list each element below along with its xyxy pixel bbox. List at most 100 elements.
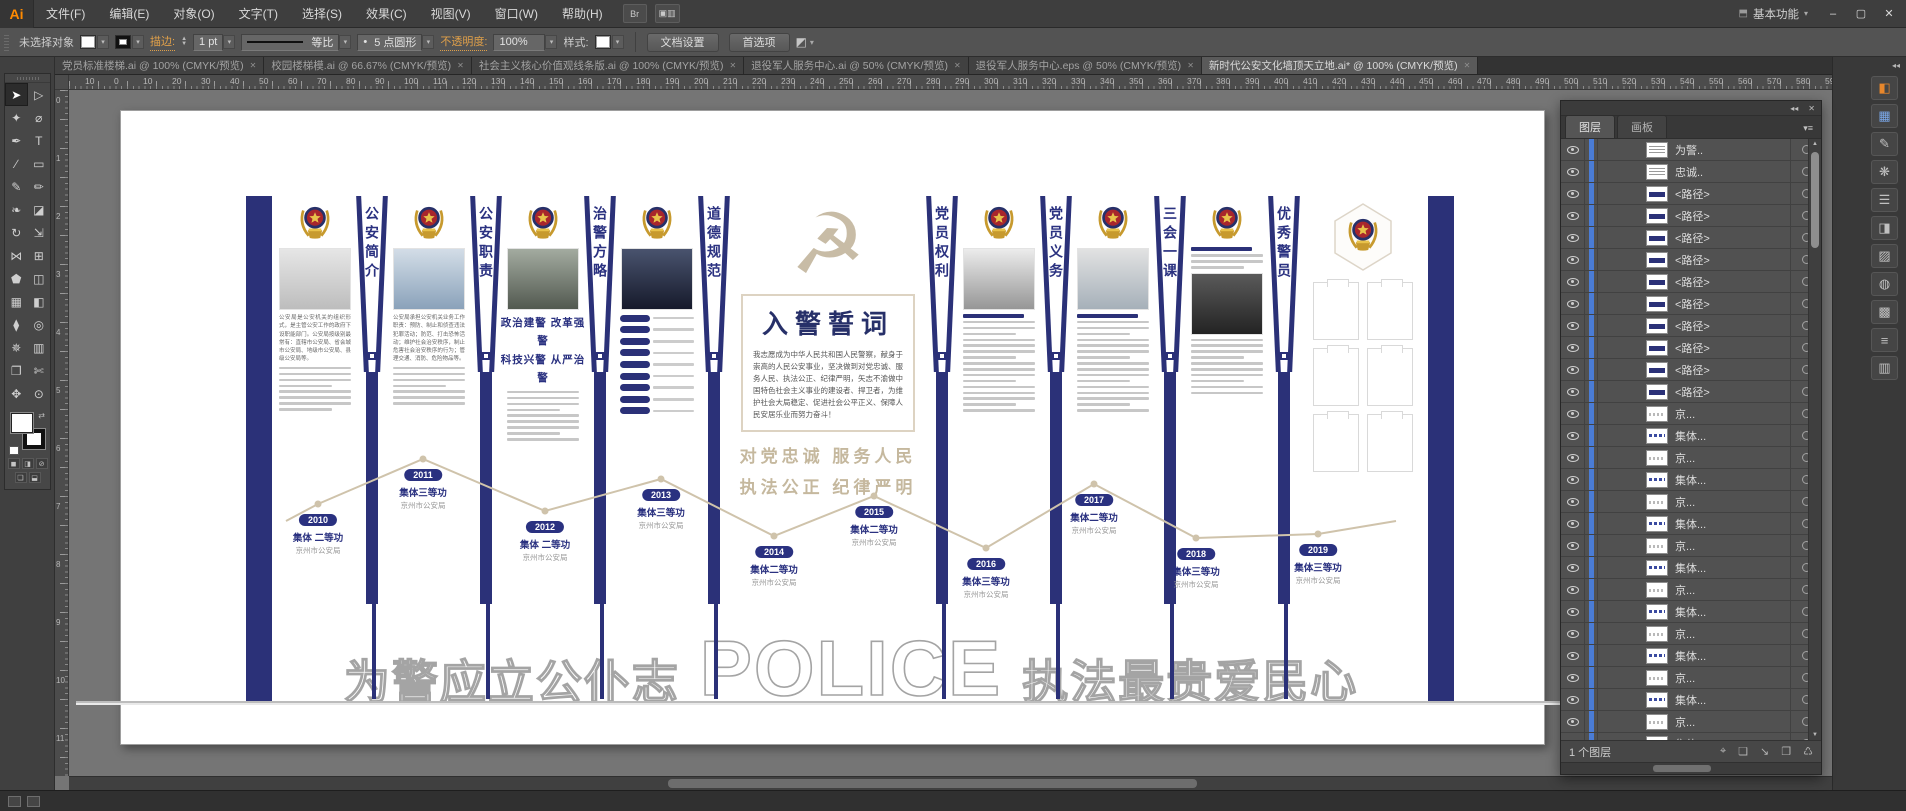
visibility-toggle[interactable] [1561, 557, 1585, 578]
brushes-panel-icon[interactable]: ✎ [1871, 132, 1898, 156]
layer-main[interactable]: <路径> [1598, 249, 1791, 270]
layer-row[interactable]: <路径> [1561, 359, 1821, 381]
layer-main[interactable]: 京... [1598, 623, 1791, 644]
layer-main[interactable]: <路径> [1598, 183, 1791, 204]
visibility-toggle[interactable] [1561, 447, 1585, 468]
gradient-panel-icon[interactable]: ◨ [1871, 216, 1898, 240]
layer-row[interactable]: 集体... [1561, 601, 1821, 623]
swatches-panel-icon[interactable]: ▦ [1871, 104, 1898, 128]
arrange-documents-icon[interactable]: ▣▥ [654, 4, 680, 23]
menu-item[interactable]: 对象(O) [161, 0, 226, 28]
vertical-ruler[interactable]: 0 1 2 3 4 5 6 7 8 9 10 11 [55, 90, 69, 776]
gradient-button[interactable]: ◨ [21, 458, 34, 469]
opacity-combo[interactable]: 100% ▾ [493, 33, 558, 51]
layer-row[interactable]: <路径> [1561, 337, 1821, 359]
document-tab[interactable]: 党员标准楼梯.ai @ 100% (CMYK/预览) ✕ [55, 57, 265, 74]
brush-combo[interactable]: • 5 点圆形 ▾ [357, 33, 435, 51]
layer-row[interactable]: 京... [1561, 623, 1821, 645]
chevron-down-icon[interactable]: ▾ [339, 35, 352, 49]
maximize-button[interactable]: ▢ [1848, 4, 1874, 24]
column-graph-tool[interactable]: ▥ [28, 336, 51, 359]
direct-selection-tool[interactable]: ▷ [28, 83, 51, 106]
layer-main[interactable]: 集体... [1598, 645, 1791, 666]
visibility-toggle[interactable] [1561, 689, 1585, 710]
transparency-panel-icon[interactable]: ▨ [1871, 244, 1898, 268]
scroll-up-icon[interactable]: ▲ [1809, 141, 1821, 147]
layer-row[interactable]: 京... [1561, 491, 1821, 513]
layer-main[interactable]: 京... [1598, 447, 1791, 468]
locate-object-icon[interactable]: ⌖ [1720, 745, 1726, 758]
close-icon[interactable]: ✕ [1464, 61, 1471, 70]
document-tab[interactable]: 新时代公安文化墙顶天立地.ai* @ 100% (CMYK/预览) ✕ [1201, 57, 1479, 74]
layer-row[interactable]: <路径> [1561, 205, 1821, 227]
expand-panels-icon[interactable]: ◂◂ [1833, 57, 1906, 72]
visibility-toggle[interactable] [1561, 337, 1585, 358]
layer-main[interactable]: <路径> [1598, 315, 1791, 336]
visibility-toggle[interactable] [1561, 271, 1585, 292]
menu-item[interactable]: 视图(V) [419, 0, 483, 28]
fill-swatch[interactable] [80, 35, 96, 49]
chevron-down-icon[interactable]: ▾ [132, 35, 144, 49]
visibility-toggle[interactable] [1561, 139, 1585, 160]
canvas-horizontal-scrollbar[interactable] [69, 776, 1832, 790]
bridge-icon[interactable]: Br [622, 4, 647, 23]
layer-row[interactable]: <路径> [1561, 249, 1821, 271]
layer-main[interactable]: 集体... [1598, 513, 1791, 534]
shape-builder-tool[interactable]: ⬟ [5, 267, 28, 290]
stroke-weight-stepper[interactable]: ▲ ▼ [181, 36, 187, 47]
layer-main[interactable]: <路径> [1598, 205, 1791, 226]
layer-row[interactable]: <路径> [1561, 183, 1821, 205]
make-clipping-mask-icon[interactable]: ❏ [1738, 745, 1748, 758]
layer-main[interactable]: 忠诚.. [1598, 161, 1791, 182]
fill-proxy[interactable] [11, 413, 33, 433]
layer-main[interactable]: 集体... [1598, 469, 1791, 490]
opacity-value[interactable]: 100% [493, 33, 546, 51]
eyedropper-tool[interactable]: ⧫ [5, 313, 28, 336]
layer-row[interactable]: 京... [1561, 667, 1821, 689]
pen-tool[interactable]: ✒ [5, 129, 28, 152]
layer-main[interactable]: 京... [1598, 491, 1791, 512]
free-transform-tool[interactable]: ⊞ [28, 244, 51, 267]
symbol-sprayer-tool[interactable]: ✵ [5, 336, 28, 359]
selection-tool[interactable]: ➤ [5, 83, 28, 106]
chevron-down-icon[interactable]: ▾ [545, 35, 558, 49]
gradient-tool[interactable]: ◧ [28, 290, 51, 313]
scrollbar-thumb[interactable] [668, 779, 1198, 788]
layer-row[interactable]: 京... [1561, 535, 1821, 557]
layer-row[interactable]: 集体... [1561, 469, 1821, 491]
align-panel-icon[interactable]: ≡ [1871, 328, 1898, 352]
slice-tool[interactable]: ✄ [28, 359, 51, 382]
symbols-panel-icon[interactable]: ❋ [1871, 160, 1898, 184]
layer-row[interactable]: 忠诚.. [1561, 161, 1821, 183]
horizontal-ruler[interactable]: 10 0 10 20 30 40 50 60 70 80 90 100 110 120 130 140 150 1… [69, 75, 1832, 89]
pathfinder-panel-icon[interactable]: ▥ [1871, 356, 1898, 380]
layer-row[interactable]: 京... [1561, 403, 1821, 425]
preferences-button[interactable]: 首选项 [728, 32, 790, 52]
visibility-toggle[interactable] [1561, 183, 1585, 204]
minimize-button[interactable]: – [1820, 4, 1846, 24]
visibility-toggle[interactable] [1561, 623, 1585, 644]
fill-stroke-proxy[interactable]: ⇄ [9, 411, 46, 455]
isolate-mode-control[interactable]: ◩ ▾ [796, 35, 814, 49]
menu-item[interactable]: 选择(S) [290, 0, 354, 28]
none-button[interactable]: ⊘ [35, 458, 48, 469]
visibility-toggle[interactable] [1561, 315, 1585, 336]
layer-row[interactable]: <路径> [1561, 293, 1821, 315]
layer-main[interactable]: 为警.. [1598, 139, 1791, 160]
document-tab[interactable]: 校园楼梯模.ai @ 66.67% (CMYK/预览) ✕ [264, 57, 472, 74]
graphic-styles-panel-icon[interactable]: ▩ [1871, 300, 1898, 324]
width-tool[interactable]: ⋈ [5, 244, 28, 267]
artboard[interactable]: 公安局是公安机关的组织形式，是主管公安工作的政府下设职能部门。公安局按级别最常有… [76, 110, 1589, 745]
swap-fill-stroke-icon[interactable]: ⇄ [38, 411, 45, 420]
perspective-grid-tool[interactable]: ◫ [28, 267, 51, 290]
layer-row[interactable]: <路径> [1561, 227, 1821, 249]
visibility-toggle[interactable] [1561, 359, 1585, 380]
menu-item[interactable]: 窗口(W) [483, 0, 550, 28]
stroke-weight-combo[interactable]: 1 pt ▾ [193, 33, 236, 51]
blend-tool[interactable]: ◎ [28, 313, 51, 336]
width-profile-combo[interactable]: 等比 ▾ [241, 33, 352, 51]
layer-main[interactable]: 集体... [1598, 601, 1791, 622]
layer-row[interactable]: <路径> [1561, 381, 1821, 403]
stroke-weight-label[interactable]: 描边: [150, 33, 176, 51]
layer-row[interactable]: 集体... [1561, 645, 1821, 667]
